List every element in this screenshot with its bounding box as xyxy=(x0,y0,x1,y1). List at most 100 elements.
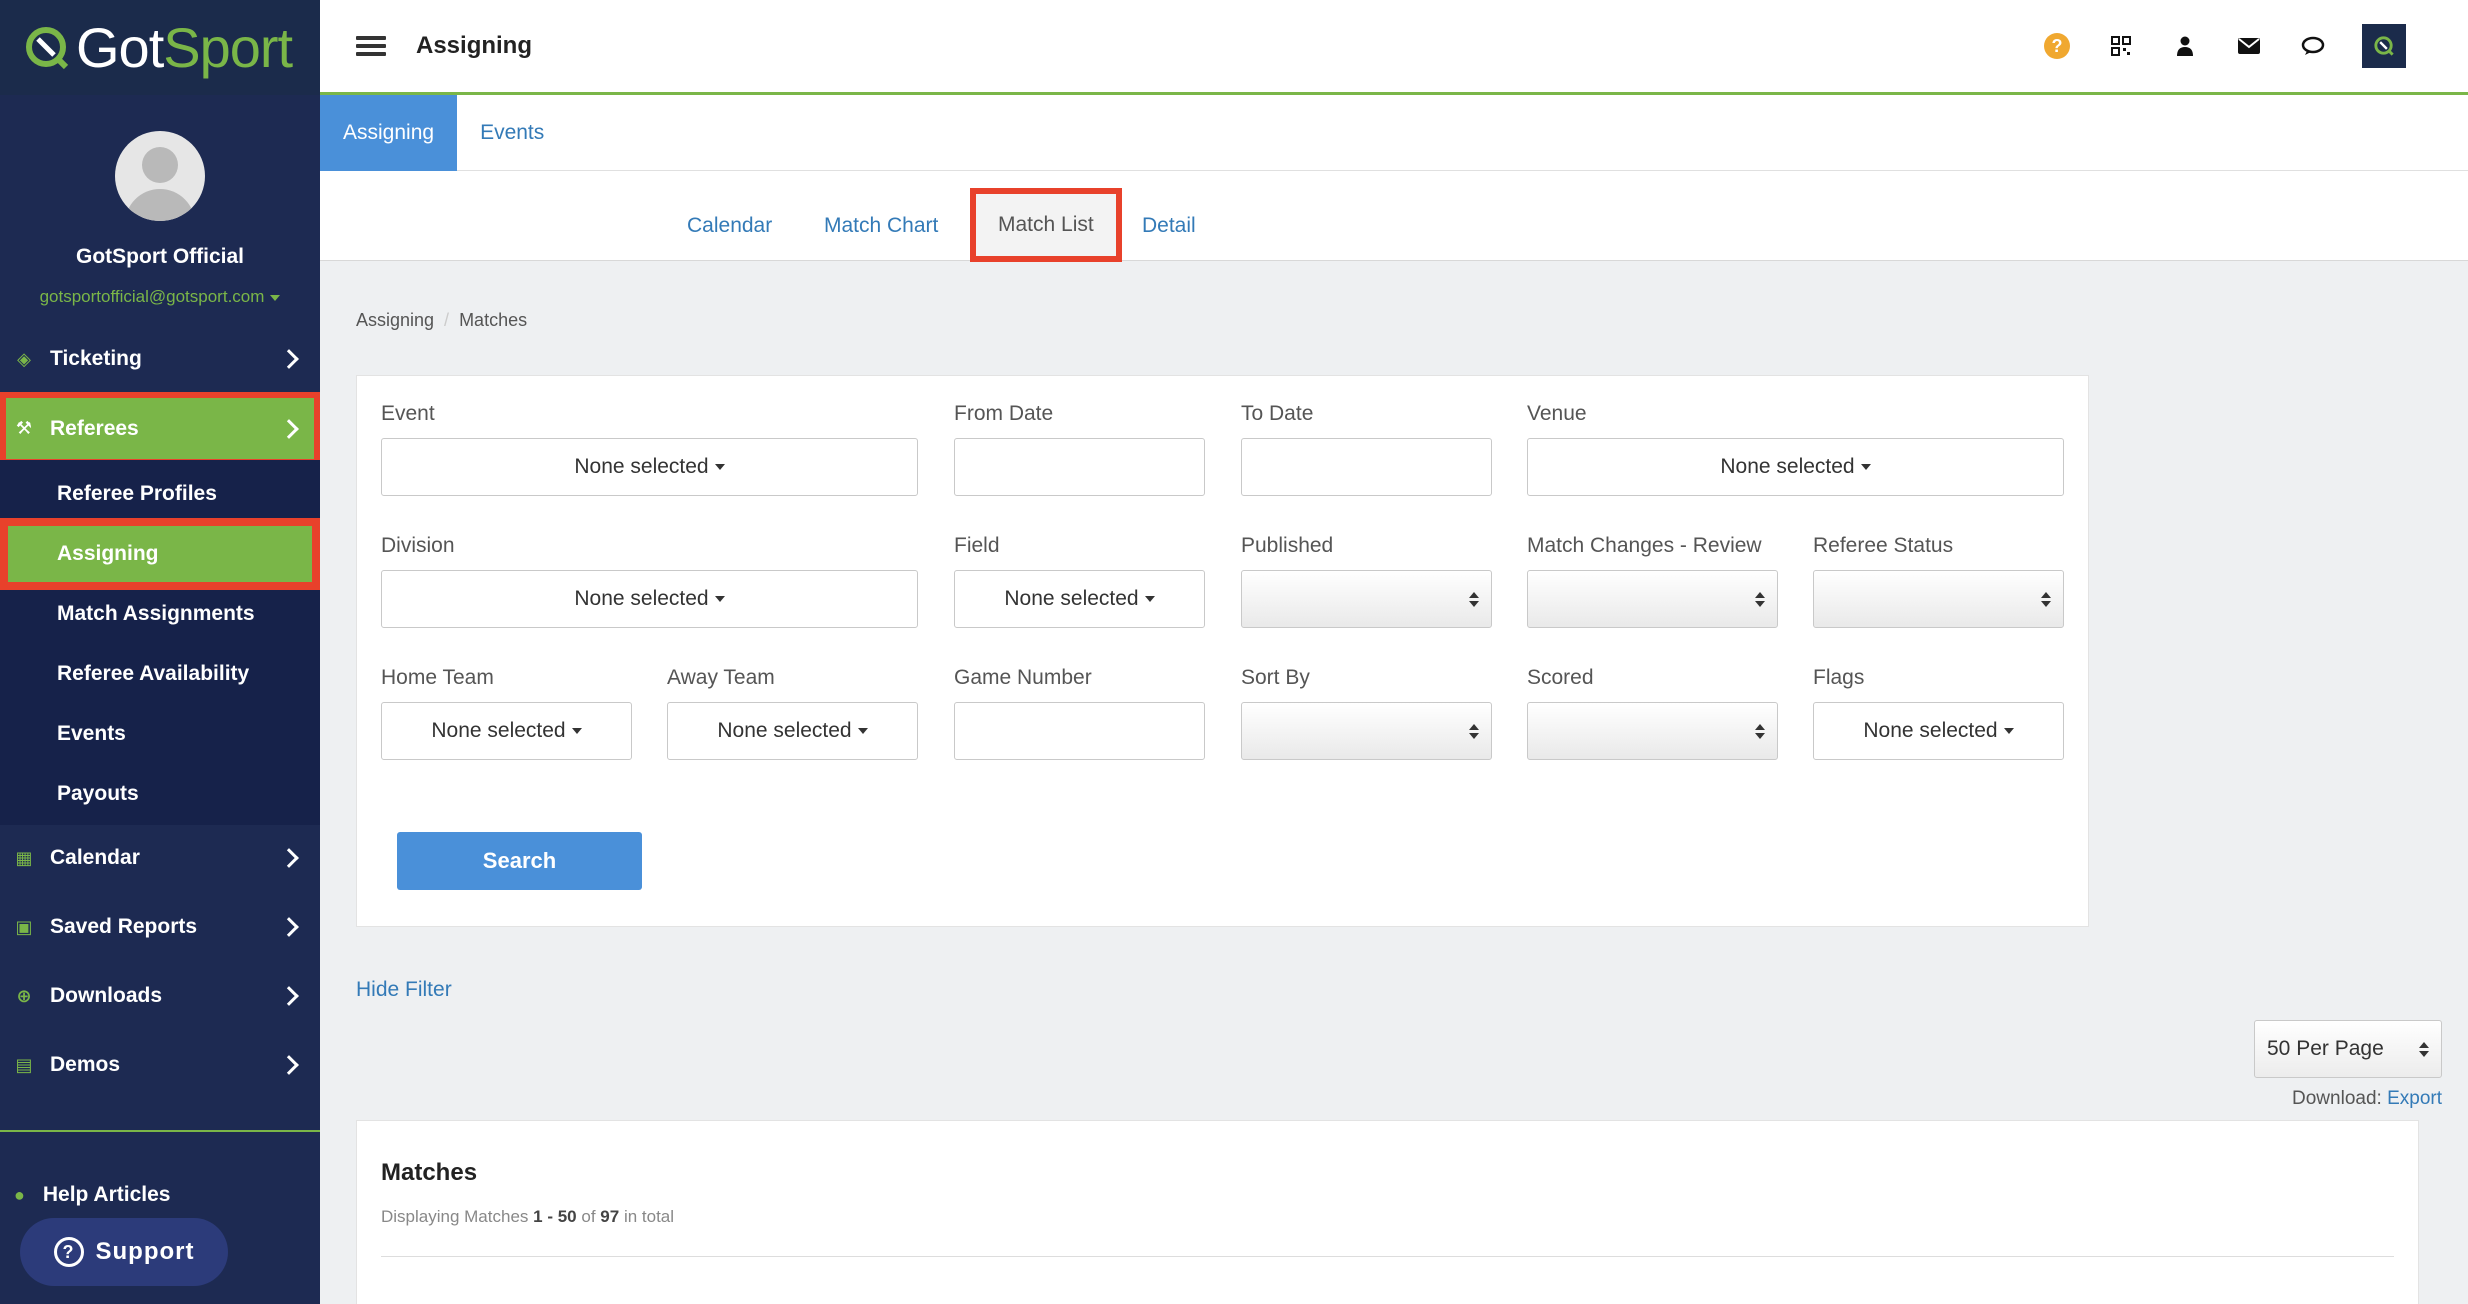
matches-divider xyxy=(381,1256,2394,1257)
chevron-right-icon xyxy=(279,1055,299,1075)
from-date-input[interactable] xyxy=(954,438,1205,496)
envelope-icon[interactable] xyxy=(2234,31,2264,61)
venue-select[interactable]: None selected xyxy=(1527,438,2064,496)
event-select[interactable]: None selected xyxy=(381,438,918,496)
sidebar-item-referees[interactable]: ⚒ Referees xyxy=(0,392,320,465)
game-number-label: Game Number xyxy=(954,666,1092,689)
caret-down-icon xyxy=(714,596,725,602)
sidebar-item-ticketing[interactable]: ◈ Ticketing xyxy=(0,326,320,392)
referee-status-label: Referee Status xyxy=(1813,534,1954,557)
tab-detail[interactable]: Detail xyxy=(1120,191,1218,261)
calendar-icon: ▦ xyxy=(15,847,33,868)
caret-down-icon xyxy=(714,464,725,470)
page-title: Assigning xyxy=(416,32,533,59)
qr-code-icon[interactable] xyxy=(2106,31,2136,61)
per-page-select[interactable]: 50 Per Page xyxy=(2254,1020,2442,1078)
sort-arrows-icon xyxy=(1755,723,1765,739)
home-team-label: Home Team xyxy=(381,666,494,689)
sidebar-item-saved-reports[interactable]: ▣ Saved Reports xyxy=(0,894,320,960)
question-circle-icon: ● xyxy=(14,1184,25,1205)
ticket-icon: ◈ xyxy=(17,348,31,369)
profile-email-dropdown[interactable]: gotsportofficial@gotsport.com xyxy=(0,287,320,307)
sort-by-select[interactable] xyxy=(1241,702,1492,760)
avatar xyxy=(115,131,205,221)
chevron-right-icon xyxy=(279,986,299,1006)
sort-arrows-icon xyxy=(2041,591,2051,607)
profile-name: GotSport Official xyxy=(76,245,244,268)
chevron-right-icon xyxy=(279,418,299,439)
match-changes-review-select[interactable] xyxy=(1527,570,1778,628)
caret-down-icon xyxy=(270,294,281,301)
sort-arrows-icon xyxy=(1469,591,1479,607)
header-icons: ? xyxy=(2042,0,2468,92)
sidebar-subitem-referee-profiles[interactable]: Referee Profiles xyxy=(0,464,320,524)
tab-calendar[interactable]: Calendar xyxy=(665,191,794,261)
download-icon: ⊕ xyxy=(16,985,32,1006)
sidebar-subitem-events[interactable]: Events xyxy=(0,704,320,764)
hide-filter-link[interactable]: Hide Filter xyxy=(356,978,452,1002)
matches-card: Matches Displaying Matches 1 - 50 of 97 … xyxy=(356,1120,2419,1304)
chevron-right-icon xyxy=(279,848,299,868)
sort-arrows-icon xyxy=(1755,591,1765,607)
to-date-input[interactable] xyxy=(1241,438,1492,496)
field-select[interactable]: None selected xyxy=(954,570,1205,628)
caret-down-icon xyxy=(857,728,868,734)
chevron-right-icon xyxy=(279,349,299,369)
matches-count: Displaying Matches 1 - 50 of 97 in total xyxy=(381,1207,675,1226)
logo[interactable]: GotSport xyxy=(0,0,320,95)
to-date-label: To Date xyxy=(1241,402,1314,425)
flags-select[interactable]: None selected xyxy=(1813,702,2064,760)
caret-down-icon xyxy=(2003,728,2014,734)
chevron-right-icon xyxy=(279,917,299,937)
gavel-icon: ⚒ xyxy=(15,418,33,438)
sidebar-subitem-payouts[interactable]: Payouts xyxy=(0,764,320,824)
app-switcher-logo-icon[interactable] xyxy=(2362,24,2406,68)
help-icon[interactable]: ? xyxy=(2042,31,2072,61)
sidebar-subitem-match-assignments[interactable]: Match Assignments xyxy=(0,584,320,644)
scored-label: Scored xyxy=(1527,666,1594,689)
support-button[interactable]: ? Support xyxy=(20,1218,228,1286)
sidebar-item-calendar[interactable]: ▦ Calendar xyxy=(0,825,320,891)
sidebar-divider xyxy=(0,1130,320,1132)
top-header: Assigning ? xyxy=(320,0,2468,95)
game-number-input[interactable] xyxy=(954,702,1205,760)
sidebar-item-demos[interactable]: ▤ Demos xyxy=(0,1032,320,1098)
file-icon: ▤ xyxy=(15,1054,33,1075)
logo-text: GotSport xyxy=(76,16,293,79)
sort-by-label: Sort By xyxy=(1241,666,1310,689)
search-button[interactable]: Search xyxy=(397,832,642,890)
user-icon[interactable] xyxy=(2170,31,2200,61)
from-date-label: From Date xyxy=(954,402,1054,425)
tab-match-list[interactable]: Match List xyxy=(970,188,1122,262)
sidebar-item-help-articles[interactable]: ● Help Articles xyxy=(0,1180,320,1210)
match-changes-review-label: Match Changes - Review xyxy=(1527,534,1762,557)
sort-arrows-icon xyxy=(1469,723,1479,739)
chat-icon[interactable] xyxy=(2298,31,2328,61)
away-team-select[interactable]: None selected xyxy=(667,702,918,760)
filter-panel: Event None selected From Date To Date Ve… xyxy=(356,375,2089,927)
breadcrumb: Assigning / Matches xyxy=(356,310,528,330)
referee-status-select[interactable] xyxy=(1813,570,2064,628)
published-select[interactable] xyxy=(1241,570,1492,628)
away-team-label: Away Team xyxy=(667,666,775,689)
tab-assigning[interactable]: Assigning xyxy=(320,95,458,171)
primary-tabs: Assigning Events xyxy=(320,95,2468,171)
venue-label: Venue xyxy=(1527,402,1587,425)
caret-down-icon xyxy=(1144,596,1155,602)
tab-match-chart[interactable]: Match Chart xyxy=(802,191,960,261)
division-select[interactable]: None selected xyxy=(381,570,918,628)
download-row: Download: Export xyxy=(2292,1088,2442,1109)
breadcrumb-item-assigning[interactable]: Assigning xyxy=(356,310,434,330)
sidebar-subitem-assigning[interactable]: Assigning xyxy=(0,518,320,590)
gotsport-logo-icon xyxy=(26,26,69,69)
home-team-select[interactable]: None selected xyxy=(381,702,632,760)
tab-events[interactable]: Events xyxy=(457,95,567,171)
scored-select[interactable] xyxy=(1527,702,1778,760)
published-label: Published xyxy=(1241,534,1334,557)
division-label: Division xyxy=(381,534,455,557)
export-link[interactable]: Export xyxy=(2387,1088,2442,1109)
save-icon: ▣ xyxy=(15,916,33,937)
sidebar-subitem-referee-availability[interactable]: Referee Availability xyxy=(0,644,320,704)
sidebar-item-downloads[interactable]: ⊕ Downloads xyxy=(0,963,320,1029)
hamburger-menu-icon[interactable] xyxy=(356,36,386,56)
